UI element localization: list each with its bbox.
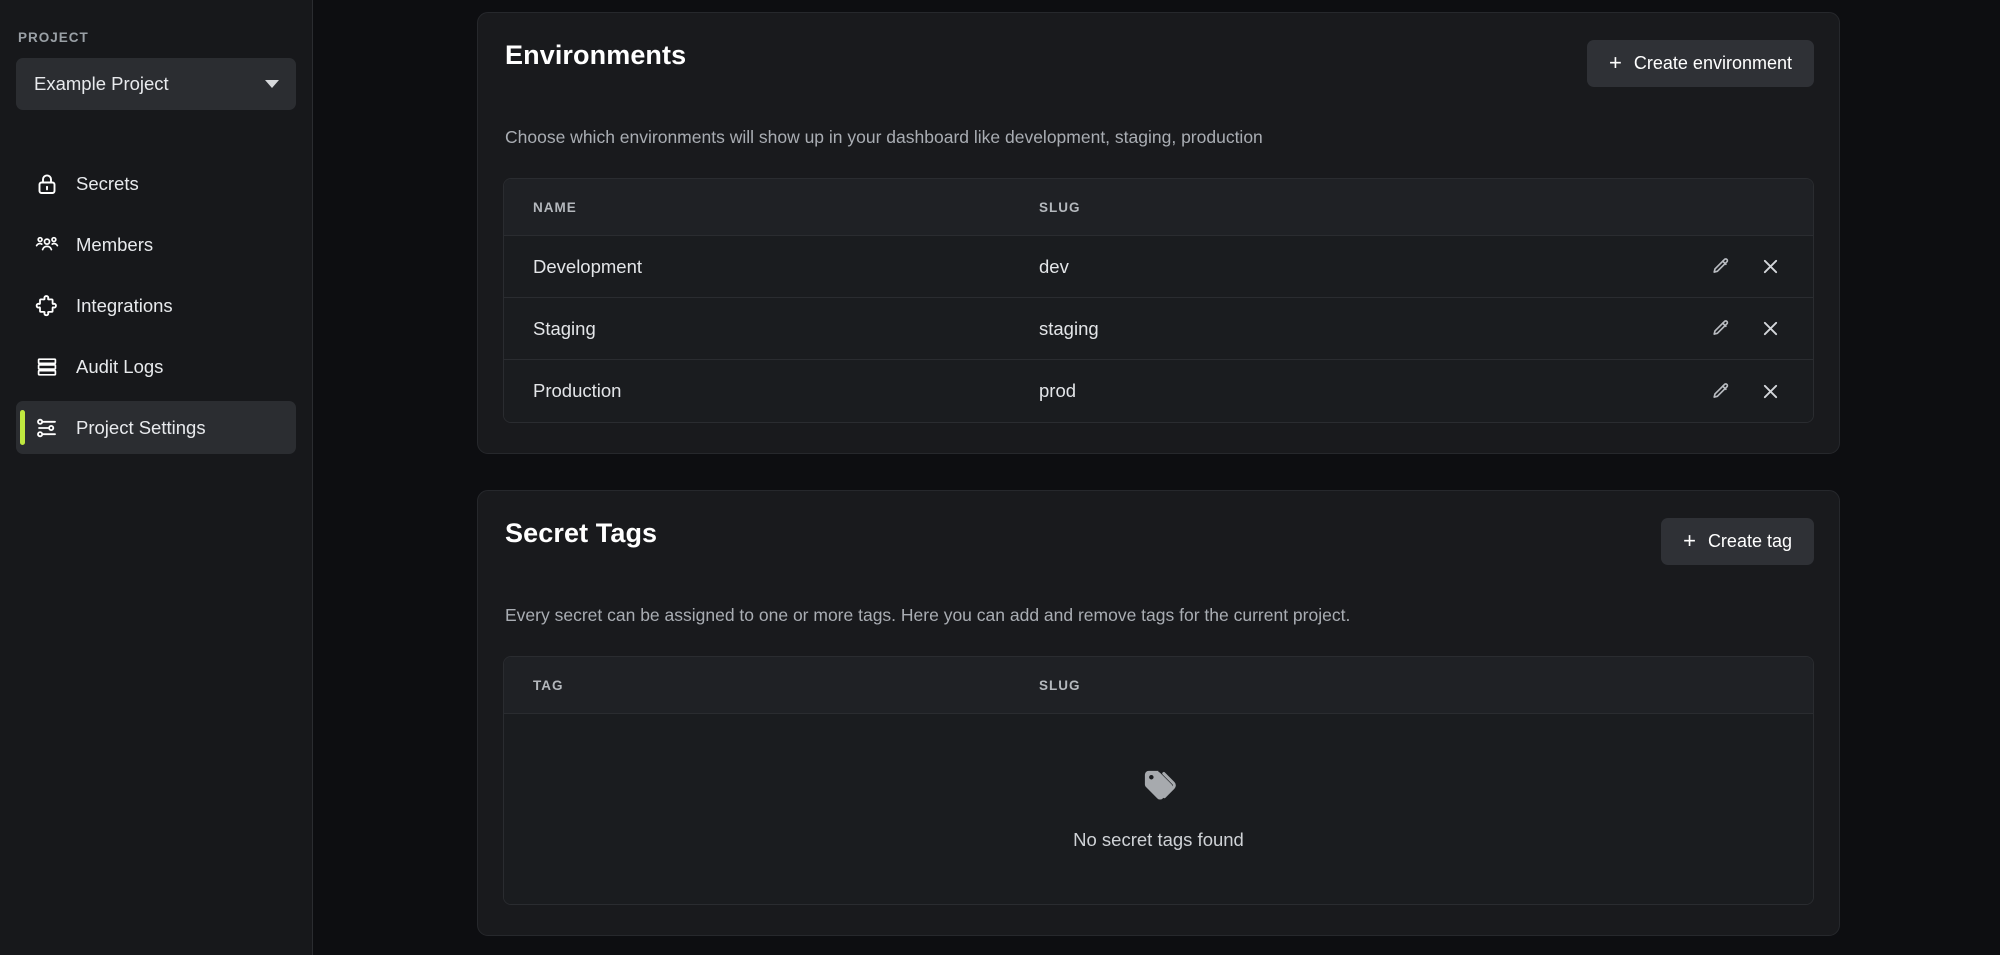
- environments-title: Environments: [503, 40, 686, 71]
- secret-tags-description: Every secret can be assigned to one or m…: [503, 605, 1814, 626]
- environment-name: Development: [504, 256, 1039, 278]
- create-environment-label: Create environment: [1634, 53, 1792, 74]
- close-icon[interactable]: [1757, 378, 1783, 404]
- environments-card: Environments + Create environment Choose…: [477, 12, 1840, 454]
- pencil-icon[interactable]: [1707, 254, 1733, 280]
- sidebar-item-members[interactable]: Members: [16, 218, 296, 271]
- sidebar-item-label: Members: [76, 234, 153, 256]
- table-row: Development dev: [504, 236, 1813, 298]
- sidebar-nav: Secrets Members: [16, 157, 296, 454]
- close-icon[interactable]: [1757, 254, 1783, 280]
- tags-icon: [1141, 767, 1177, 808]
- list-rows-icon: [35, 355, 59, 379]
- sidebar-item-label: Secrets: [76, 173, 139, 195]
- row-actions: [1663, 378, 1813, 404]
- close-icon[interactable]: [1757, 316, 1783, 342]
- environment-slug: prod: [1039, 380, 1663, 402]
- pencil-icon[interactable]: [1707, 316, 1733, 342]
- secret-tags-card-header: Secret Tags + Create tag: [503, 518, 1814, 565]
- environments-card-header: Environments + Create environment: [503, 40, 1814, 87]
- sidebar-item-audit-logs[interactable]: Audit Logs: [16, 340, 296, 393]
- create-environment-button[interactable]: + Create environment: [1587, 40, 1814, 87]
- app-root: PROJECT Example Project Secrets: [0, 0, 2000, 955]
- column-header-name: NAME: [504, 200, 1039, 215]
- table-row: Production prod: [504, 360, 1813, 422]
- secret-tags-title: Secret Tags: [503, 518, 657, 549]
- project-selector-value: Example Project: [34, 73, 169, 95]
- column-header-slug: SLUG: [1039, 678, 1663, 693]
- secret-tags-empty-text: No secret tags found: [1073, 829, 1244, 851]
- environments-table: NAME SLUG Development dev: [503, 178, 1814, 423]
- secret-tags-card: Secret Tags + Create tag Every secret ca…: [477, 490, 1840, 936]
- create-tag-label: Create tag: [1708, 531, 1792, 552]
- sidebar-section-label: PROJECT: [16, 30, 296, 45]
- users-icon: [35, 233, 59, 257]
- environments-table-header: NAME SLUG: [504, 179, 1813, 236]
- sidebar-item-label: Integrations: [76, 295, 173, 317]
- plus-icon: +: [1609, 52, 1622, 74]
- sidebar-item-label: Project Settings: [76, 417, 206, 439]
- environment-name: Production: [504, 380, 1039, 402]
- sidebar-item-project-settings[interactable]: Project Settings: [16, 401, 296, 454]
- sidebar: PROJECT Example Project Secrets: [0, 0, 313, 955]
- pencil-icon[interactable]: [1707, 378, 1733, 404]
- row-actions: [1663, 254, 1813, 280]
- create-tag-button[interactable]: + Create tag: [1661, 518, 1814, 565]
- environments-description: Choose which environments will show up i…: [503, 127, 1814, 148]
- row-actions: [1663, 316, 1813, 342]
- table-row: Staging staging: [504, 298, 1813, 360]
- environment-slug: dev: [1039, 256, 1663, 278]
- puzzle-icon: [35, 294, 59, 318]
- main-content: Environments + Create environment Choose…: [313, 0, 2000, 955]
- secret-tags-table: TAG SLUG No secret tags found: [503, 656, 1814, 905]
- lock-icon: [35, 172, 59, 196]
- environment-slug: staging: [1039, 318, 1663, 340]
- column-header-slug: SLUG: [1039, 200, 1663, 215]
- environment-name: Staging: [504, 318, 1039, 340]
- sidebar-item-secrets[interactable]: Secrets: [16, 157, 296, 210]
- plus-icon: +: [1683, 530, 1696, 552]
- column-header-tag: TAG: [504, 678, 1039, 693]
- project-selector[interactable]: Example Project: [16, 58, 296, 110]
- secret-tags-empty-state: No secret tags found: [504, 714, 1813, 904]
- sliders-icon: [35, 416, 59, 440]
- chevron-down-icon: [265, 80, 279, 88]
- sidebar-item-integrations[interactable]: Integrations: [16, 279, 296, 332]
- sidebar-item-label: Audit Logs: [76, 356, 163, 378]
- secret-tags-table-header: TAG SLUG: [504, 657, 1813, 714]
